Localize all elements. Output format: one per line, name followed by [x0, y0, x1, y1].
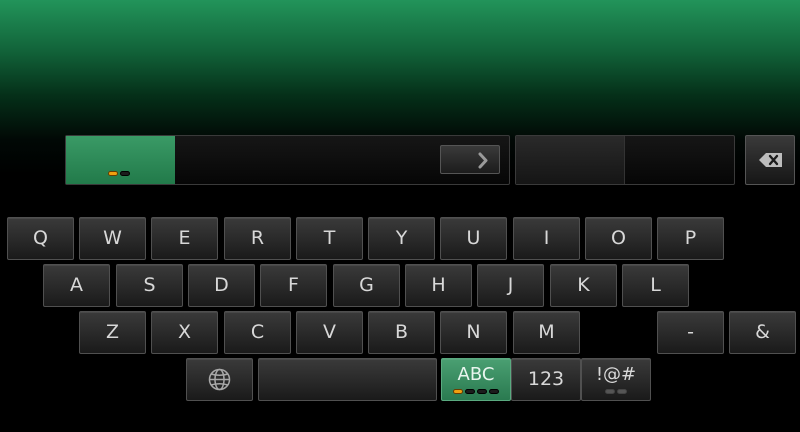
candidate-segment-active[interactable] — [66, 136, 175, 184]
abc-page-indicator — [453, 389, 499, 394]
key-d[interactable]: D — [188, 264, 255, 307]
key-r[interactable]: R — [224, 217, 291, 260]
key-g[interactable]: G — [333, 264, 400, 307]
next-button[interactable] — [440, 145, 500, 174]
key-b[interactable]: B — [368, 311, 435, 354]
secondary-segment[interactable] — [516, 136, 625, 184]
language-key[interactable] — [186, 358, 253, 401]
globe-icon — [208, 368, 231, 391]
key-z[interactable]: Z — [79, 311, 146, 354]
secondary-panel — [515, 135, 735, 185]
key-h[interactable]: H — [405, 264, 472, 307]
candidate-panel — [65, 135, 510, 185]
key-i[interactable]: I — [513, 217, 580, 260]
page-indicator — [108, 171, 130, 176]
key-l[interactable]: L — [622, 264, 689, 307]
key-m[interactable]: M — [513, 311, 580, 354]
key-f[interactable]: F — [260, 264, 327, 307]
key-u[interactable]: U — [440, 217, 507, 260]
key-a[interactable]: A — [43, 264, 110, 307]
key-y[interactable]: Y — [368, 217, 435, 260]
key-x[interactable]: X — [151, 311, 218, 354]
key-p[interactable]: P — [657, 217, 724, 260]
backspace-icon — [759, 153, 782, 167]
key-t[interactable]: T — [296, 217, 363, 260]
key-s[interactable]: S — [116, 264, 183, 307]
key-k[interactable]: K — [550, 264, 617, 307]
key-hyphen[interactable]: - — [657, 311, 724, 354]
key-ampersand[interactable]: & — [729, 311, 796, 354]
mode-symbols-key[interactable]: !@# — [581, 358, 651, 401]
key-j[interactable]: J — [477, 264, 544, 307]
mode-abc-key[interactable]: ABC — [441, 358, 511, 401]
key-v[interactable]: V — [296, 311, 363, 354]
backspace-key[interactable] — [745, 135, 795, 185]
key-n[interactable]: N — [440, 311, 507, 354]
key-w[interactable]: W — [79, 217, 146, 260]
key-e[interactable]: E — [151, 217, 218, 260]
key-o[interactable]: O — [585, 217, 652, 260]
symbols-page-indicator — [605, 389, 627, 394]
key-c[interactable]: C — [224, 311, 291, 354]
mode-123-key[interactable]: 123 — [511, 358, 581, 401]
key-q[interactable]: Q — [7, 217, 74, 260]
chevron-right-icon — [478, 152, 488, 169]
space-key[interactable] — [258, 358, 437, 401]
